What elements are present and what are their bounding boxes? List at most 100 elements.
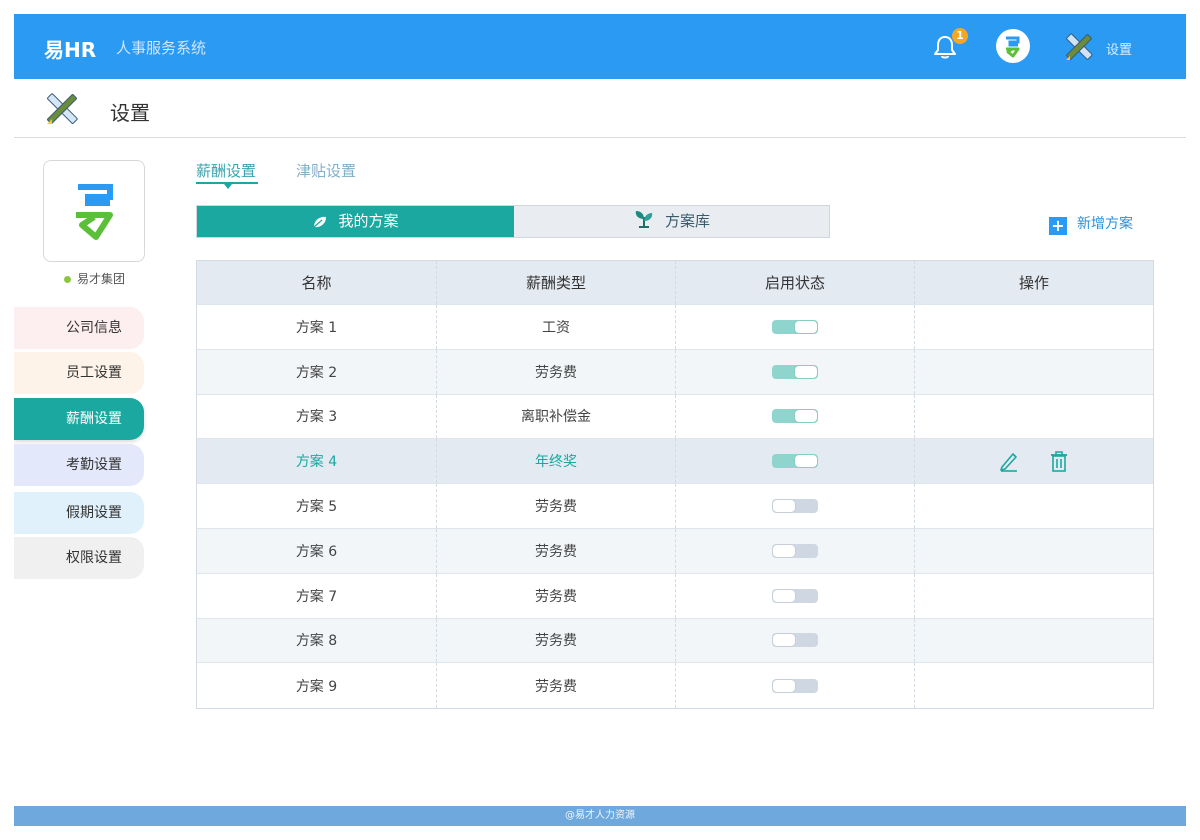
plan-type: 劳务费 <box>436 618 675 663</box>
actions-cell <box>914 439 1153 484</box>
status-toggle[interactable] <box>772 454 818 469</box>
status-toggle[interactable] <box>772 543 818 558</box>
tab-salary-settings[interactable]: 薪酬设置 <box>196 160 256 181</box>
avatar[interactable] <box>996 29 1030 63</box>
plan-type: 离职补偿金 <box>436 394 675 439</box>
toggle-knob <box>773 544 795 557</box>
status-toggle[interactable] <box>772 678 818 693</box>
status-toggle[interactable] <box>772 319 818 334</box>
status-toggle[interactable] <box>772 588 818 603</box>
plant-icon <box>635 211 653 228</box>
my-plans-label: 我的方案 <box>338 212 399 230</box>
plan-table: 名称 薪酬类型 启用状态 操作 方案 1 工资 方案 2 劳务费 方案 3 离职… <box>196 260 1154 710</box>
trash-icon[interactable] <box>1048 450 1070 473</box>
toggle-knob <box>773 679 795 692</box>
plan-type: 劳务费 <box>436 573 675 618</box>
plan-type: 劳务费 <box>436 663 675 709</box>
plan-library-button[interactable]: 方案库 <box>514 206 829 237</box>
plan-name: 方案 8 <box>295 633 338 650</box>
toggle-knob <box>795 365 817 378</box>
status-cell <box>675 305 914 349</box>
plan-type: 劳务费 <box>436 528 675 573</box>
sidebar-item-permission-settings[interactable]: 权限设置 <box>14 537 144 579</box>
app-window: 易HR 人事服务系统 1 设置 设置 易才集团 公司信息 员工设置 薪酬设置 考… <box>14 14 1186 826</box>
toggle-knob <box>795 410 817 423</box>
brand-logo-text[interactable]: 易HR <box>44 34 96 63</box>
plan-name: 方案 6 <box>295 543 338 560</box>
table-row[interactable]: 方案 8 劳务费 <box>197 618 1153 664</box>
column-header-name: 名称 <box>301 274 332 292</box>
column-header-actions: 操作 <box>914 261 1153 304</box>
table-row[interactable]: 方案 1 工资 <box>197 305 1153 350</box>
plan-type: 工资 <box>436 305 675 349</box>
leaf-icon <box>314 216 327 228</box>
edit-icon[interactable] <box>998 450 1020 473</box>
table-row[interactable]: 方案 3 离职补偿金 <box>197 394 1153 440</box>
actions-cell <box>914 394 1153 439</box>
status-cell <box>675 618 914 663</box>
logo-icon <box>76 184 113 240</box>
toggle-knob <box>795 320 817 333</box>
toggle-knob <box>795 455 817 468</box>
status-toggle[interactable] <box>772 409 818 424</box>
status-cell <box>675 528 914 573</box>
page-header: 设置 <box>14 79 1186 138</box>
actions-cell <box>914 618 1153 663</box>
table-header-row: 名称 薪酬类型 启用状态 操作 <box>197 261 1153 305</box>
actions-cell <box>914 484 1153 528</box>
column-header-status: 启用状态 <box>675 261 914 304</box>
tools-icon[interactable] <box>1062 30 1096 64</box>
table-row[interactable]: 方案 6 劳务费 <box>197 528 1153 574</box>
plan-name: 方案 1 <box>295 319 338 336</box>
plan-type: 劳务费 <box>436 349 675 394</box>
table-row[interactable]: 方案 9 劳务费 <box>197 663 1153 709</box>
toggle-knob <box>773 589 795 602</box>
brand-subtitle: 人事服务系统 <box>116 39 207 57</box>
plan-name: 方案 9 <box>295 678 338 695</box>
status-cell <box>675 663 914 709</box>
sidebar-item-company-info[interactable]: 公司信息 <box>14 307 144 349</box>
sidebar-item-employee-settings[interactable]: 员工设置 <box>14 352 144 394</box>
status-cell <box>675 394 914 439</box>
plan-name: 方案 3 <box>295 409 338 426</box>
actions-cell <box>914 349 1153 394</box>
status-toggle[interactable] <box>772 364 818 379</box>
tab-allowance-settings[interactable]: 津贴设置 <box>296 160 356 181</box>
settings-link[interactable]: 设置 <box>1106 39 1132 58</box>
logo-icon <box>1006 36 1020 58</box>
table-row[interactable]: 方案 2 劳务费 <box>197 349 1153 395</box>
status-cell <box>675 484 914 528</box>
add-plan-button[interactable]: + 新增方案 <box>1049 213 1133 235</box>
active-tab-caret <box>224 184 232 189</box>
notification-badge: 1 <box>952 28 968 44</box>
sidebar-item-holiday-settings[interactable]: 假期设置 <box>14 492 144 534</box>
plus-icon: + <box>1049 217 1067 235</box>
footer: @易才人力资源 <box>14 806 1186 826</box>
sidebar-item-attendance-settings[interactable]: 考勤设置 <box>14 444 144 486</box>
table-row[interactable]: 方案 7 劳务费 <box>197 573 1153 619</box>
column-header-salary-type: 薪酬类型 <box>436 261 675 304</box>
status-toggle[interactable] <box>772 633 818 648</box>
plan-type: 年终奖 <box>436 439 675 484</box>
sidebar-item-salary-settings[interactable]: 薪酬设置 <box>14 398 144 440</box>
page-title: 设置 <box>110 101 150 125</box>
company-name-label: 易才集团 <box>77 272 126 286</box>
status-toggle[interactable] <box>772 499 818 514</box>
actions-cell <box>914 305 1153 349</box>
actions-cell <box>914 528 1153 573</box>
plan-source-switch: 我的方案 方案库 <box>196 205 830 238</box>
status-cell <box>675 349 914 394</box>
plan-name: 方案 7 <box>295 588 338 605</box>
plan-type: 劳务费 <box>436 484 675 528</box>
company-logo <box>43 160 145 262</box>
toggle-knob <box>773 634 795 647</box>
actions-cell <box>914 663 1153 709</box>
my-plans-button[interactable]: 我的方案 <box>197 206 514 237</box>
add-plan-label: 新增方案 <box>1077 216 1133 232</box>
plan-library-label: 方案库 <box>664 212 710 230</box>
plan-name: 方案 2 <box>295 364 338 381</box>
table-row-selected[interactable]: 方案 4 年终奖 <box>197 439 1153 485</box>
status-cell <box>675 439 914 484</box>
table-row[interactable]: 方案 5 劳务费 <box>197 484 1153 529</box>
plan-name: 方案 5 <box>295 499 338 516</box>
